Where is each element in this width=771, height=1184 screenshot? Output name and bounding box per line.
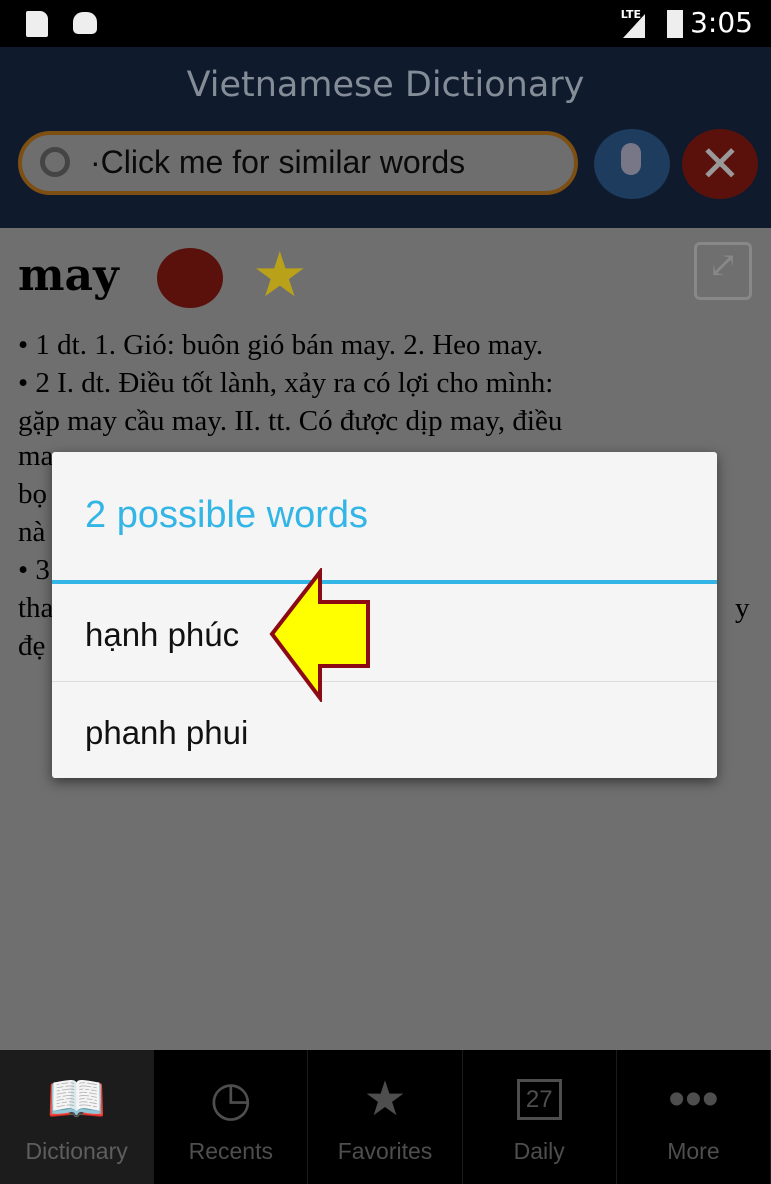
signal-icon [623, 14, 645, 38]
more-icon: ••• [668, 1073, 719, 1126]
tab-daily[interactable]: 27 Daily [463, 1050, 617, 1184]
suggestions-dialog: 2 possible words hạnh phúc phanh phui [52, 452, 717, 778]
definition: • 1 dt. 1. Gió: buôn gió bán may. 2. Heo… [18, 326, 758, 440]
tab-label: Dictionary [25, 1138, 128, 1164]
dialog-title: 2 possible words [85, 494, 369, 536]
search-icon [40, 147, 70, 177]
voice-search-button[interactable] [594, 129, 670, 199]
definition-fragment: bọ [18, 478, 47, 510]
tab-more[interactable]: ••• More [617, 1050, 771, 1184]
tab-recents[interactable]: ◷ Recents [154, 1050, 309, 1184]
book-icon: 📖 [46, 1073, 107, 1126]
tab-label: Recents [188, 1138, 273, 1164]
battery-charging-icon [667, 10, 683, 38]
tab-favorites[interactable]: ★ Favorites [308, 1050, 463, 1184]
speaker-icon[interactable] [157, 248, 223, 308]
favorite-star-icon[interactable]: ★ [252, 238, 308, 311]
tab-dictionary[interactable]: 📖 Dictionary [0, 1050, 155, 1184]
search-text: ·Click me for similar words [90, 144, 466, 180]
definition-fragment: tha [18, 592, 54, 624]
tab-label: Daily [513, 1138, 565, 1164]
calendar-icon: 27 [463, 1050, 616, 1138]
tab-label: More [667, 1138, 720, 1164]
definition-fragment: • 3 [18, 554, 50, 586]
status-bar: LTE 3:05 [0, 0, 771, 47]
definition-line: • 2 I. dt. Điều tốt lành, xảy ra có lợi … [18, 367, 554, 399]
star-icon: ★ [363, 1073, 407, 1126]
suggestion-option[interactable]: hạnh phúc [52, 584, 717, 682]
bottom-nav: 📖 Dictionary ◷ Recents ★ Favorites 27 Daily … [0, 1050, 771, 1184]
definition-line: gặp may cầu may. II. tt. Có được dịp may… [18, 405, 563, 437]
tab-label: Favorites [337, 1138, 433, 1164]
calendar-day: 27 [516, 1079, 562, 1120]
app-header: Vietnamese Dictionary ·Click me for simi… [0, 47, 771, 228]
definition-fragment: đẹ [18, 630, 46, 662]
clear-button[interactable]: ✕ [682, 129, 758, 199]
app-title: Vietnamese Dictionary [186, 65, 585, 105]
expand-icon[interactable]: ⤢ [694, 242, 752, 300]
entry-word: may [18, 250, 119, 301]
android-icon [73, 12, 97, 34]
pointer-arrow-icon [269, 568, 370, 702]
sd-card-icon [26, 11, 48, 37]
suggestion-option[interactable]: phanh phui [52, 682, 717, 780]
search-input[interactable]: ·Click me for similar words [18, 131, 578, 195]
definition-line: • 1 dt. 1. Gió: buôn gió bán may. 2. Heo… [18, 329, 544, 361]
definition-fragment: y [735, 592, 750, 624]
definition-fragment: ma [18, 440, 54, 472]
definition-fragment: nà [18, 516, 46, 548]
clock: 3:05 [690, 6, 753, 39]
clock-check-icon: ◷ [209, 1073, 252, 1126]
